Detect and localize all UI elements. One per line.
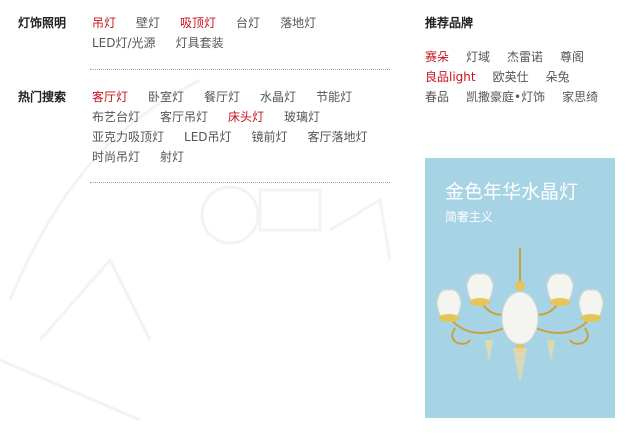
lighting-link[interactable]: 落地灯 — [280, 14, 316, 32]
lighting-link[interactable]: 吊灯 — [92, 14, 116, 32]
lighting-section: 灯饰照明 吊灯 壁灯 吸顶灯 台灯 落地灯 LED灯/光源 灯具套装 — [18, 14, 390, 70]
lighting-link[interactable]: 灯具套装 — [176, 34, 224, 52]
brand-link[interactable]: 春品 — [425, 88, 449, 106]
brand-link[interactable]: 灯域 — [466, 48, 490, 66]
hot-search-link[interactable]: 客厅灯 — [92, 88, 128, 106]
brand-link[interactable]: 朵兔 — [546, 68, 570, 86]
chandelier-image — [436, 248, 604, 383]
brand-link[interactable]: 尊阁 — [560, 48, 584, 66]
promo-title: 金色年华水晶灯 — [445, 181, 579, 203]
brand-link[interactable]: 杰雷诺 — [507, 48, 543, 66]
lighting-links: 吊灯 壁灯 吸顶灯 台灯 落地灯 LED灯/光源 灯具套装 — [92, 14, 392, 52]
hot-search-link[interactable]: 水晶灯 — [260, 88, 296, 106]
brand-link[interactable]: 凯撒豪庭•灯饰 — [466, 88, 545, 106]
hot-search-link[interactable]: LED吊灯 — [184, 128, 232, 146]
hot-search-link[interactable]: 玻璃灯 — [284, 108, 320, 126]
promo-banner[interactable]: 金色年华水晶灯 简奢主义 — [425, 158, 615, 418]
lighting-link[interactable]: 壁灯 — [136, 14, 160, 32]
hot-search-link[interactable]: 节能灯 — [316, 88, 352, 106]
hot-search-link[interactable]: 客厅落地灯 — [308, 128, 368, 146]
brand-link[interactable]: 欧英仕 — [493, 68, 529, 86]
brand-link[interactable]: 良品light — [425, 68, 476, 86]
lighting-link[interactable]: LED灯/光源 — [92, 34, 156, 52]
hot-search-title: 热门搜索 — [18, 90, 67, 104]
hot-search-link[interactable]: 床头灯 — [228, 108, 264, 126]
brand-link[interactable]: 赛朵 — [425, 48, 449, 66]
brands-list: 赛朵 灯域 杰雷诺 尊阁 良品light 欧英仕 朵兔 春品 凯撒豪庭•灯饰 家… — [425, 48, 625, 106]
hot-search-link[interactable]: 餐厅灯 — [204, 88, 240, 106]
brand-link[interactable]: 家思绮 — [562, 88, 598, 106]
lighting-title: 灯饰照明 — [18, 16, 67, 30]
hot-search-section: 热门搜索 客厅灯 卧室灯 餐厅灯 水晶灯 节能灯 布艺台灯 客厅吊灯 床头灯 玻… — [18, 88, 390, 170]
hot-search-link[interactable]: 亚克力吸顶灯 — [92, 128, 164, 146]
hot-search-link[interactable]: 布艺台灯 — [92, 108, 140, 126]
lighting-link[interactable]: 吸顶灯 — [180, 14, 216, 32]
hot-search-links: 客厅灯 卧室灯 餐厅灯 水晶灯 节能灯 布艺台灯 客厅吊灯 床头灯 玻璃灯 亚克… — [92, 88, 392, 166]
section-divider — [90, 69, 390, 70]
hot-search-link[interactable]: 射灯 — [160, 148, 184, 166]
hot-search-link[interactable]: 镜前灯 — [252, 128, 288, 146]
section-divider — [90, 182, 390, 183]
hot-search-link[interactable]: 客厅吊灯 — [160, 108, 208, 126]
promo-subtitle: 简奢主义 — [445, 210, 494, 224]
lighting-link[interactable]: 台灯 — [236, 14, 260, 32]
brands-title: 推荐品牌 — [425, 16, 474, 30]
hot-search-link[interactable]: 卧室灯 — [148, 88, 184, 106]
hot-search-link[interactable]: 时尚吊灯 — [92, 148, 140, 166]
